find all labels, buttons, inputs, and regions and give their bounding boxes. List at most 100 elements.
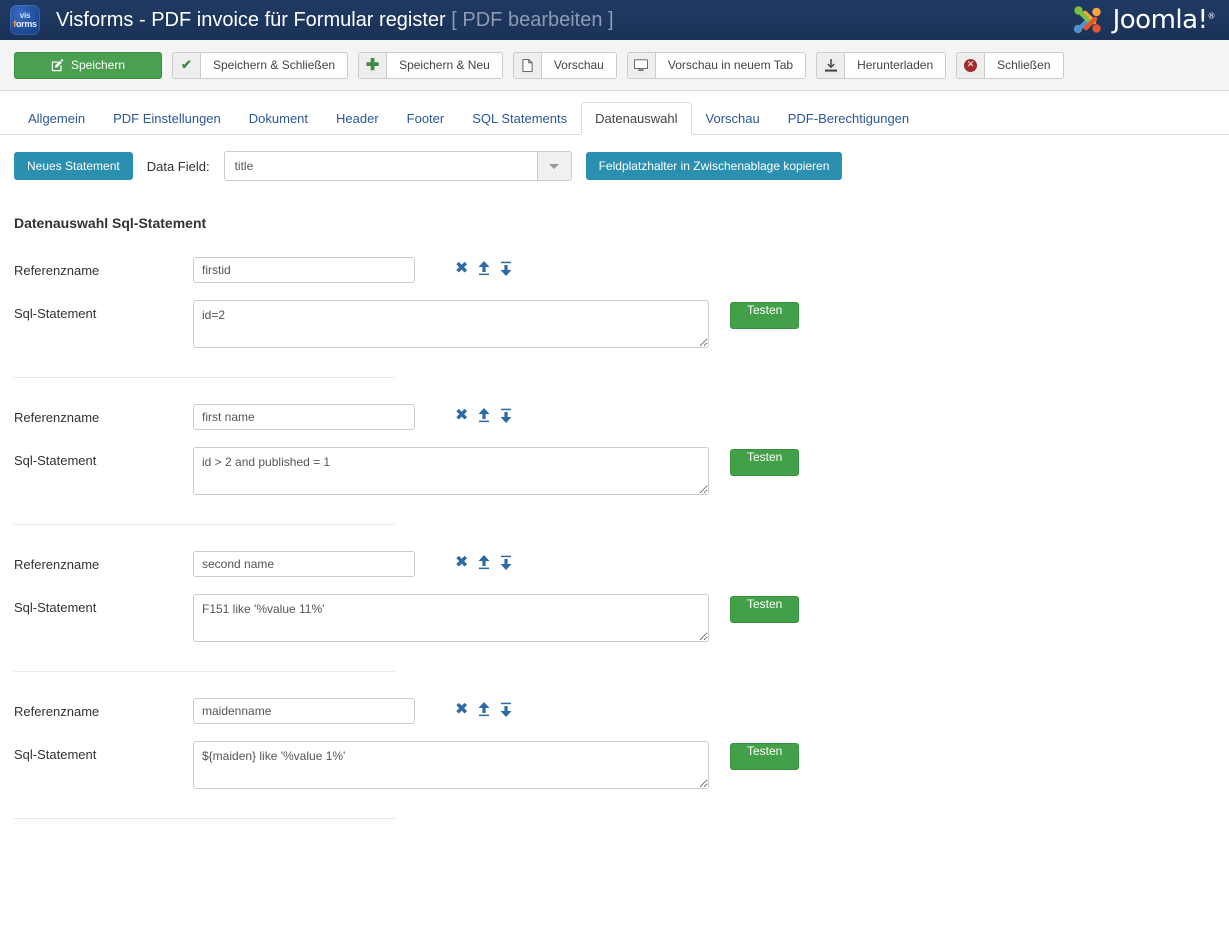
download-button[interactable]: Herunterladen <box>816 52 946 79</box>
copy-placeholder-button[interactable]: Feldplatzhalter in Zwischenablage kopier… <box>586 152 843 180</box>
editor-toolbar: Speichern ✔ Speichern & Schließen ✚ Spei… <box>0 40 1229 91</box>
preview-label: Vorschau <box>542 53 616 78</box>
chevron-down-icon[interactable] <box>537 152 571 180</box>
statement-divider <box>14 524 395 525</box>
move-down-icon[interactable] <box>500 408 512 423</box>
reference-label: Referenzname <box>14 404 193 425</box>
close-circle-icon: ✕ <box>957 53 985 78</box>
reference-row: Referenzname ✖ <box>14 698 1215 724</box>
section-title: Datenauswahl Sql-Statement <box>14 215 1215 231</box>
save-button[interactable]: Speichern <box>14 52 162 79</box>
close-button[interactable]: ✕ Schließen <box>956 52 1063 79</box>
tab-vorschau[interactable]: Vorschau <box>692 102 774 135</box>
statement-actions: ✖ <box>455 698 512 717</box>
tab-allgemein[interactable]: Allgemein <box>14 102 99 135</box>
sql-textarea[interactable]: ${maiden} like '%value 1%' <box>193 741 709 789</box>
move-up-icon[interactable] <box>478 261 490 276</box>
tab-sql-statements[interactable]: SQL Statements <box>458 102 581 135</box>
tab-dokument[interactable]: Dokument <box>235 102 322 135</box>
statement-block: Referenzname ✖ Sql-Statement F151 like '… <box>14 551 1215 672</box>
download-label: Herunterladen <box>845 53 945 78</box>
save-and-new-button[interactable]: ✚ Speichern & Neu <box>358 52 503 79</box>
sql-label: Sql-Statement <box>14 300 193 321</box>
save-and-close-button[interactable]: ✔ Speichern & Schließen <box>172 52 348 79</box>
test-button[interactable]: Testen <box>730 449 799 476</box>
data-field-value: title <box>225 152 537 180</box>
close-label: Schließen <box>985 53 1062 78</box>
sql-row: Sql-Statement ${maiden} like '%value 1%'… <box>14 741 1215 789</box>
test-button[interactable]: Testen <box>730 302 799 329</box>
statement-block: Referenzname ✖ Sql-Statement id > 2 and … <box>14 404 1215 525</box>
plus-icon: ✚ <box>359 53 387 78</box>
document-icon <box>514 53 542 78</box>
visforms-logo-icon: vis forms <box>10 5 40 35</box>
statement-divider <box>14 818 395 819</box>
move-up-icon[interactable] <box>478 555 490 570</box>
datenauswahl-action-row: Neues Statement Data Field: title Feldpl… <box>14 151 1215 181</box>
statement-divider <box>14 671 395 672</box>
reference-label: Referenzname <box>14 698 193 719</box>
data-field-select[interactable]: title <box>224 151 572 181</box>
pencil-square-icon <box>51 59 64 72</box>
statement-actions: ✖ <box>455 257 512 276</box>
move-up-icon[interactable] <box>478 702 490 717</box>
app-header: vis forms Visforms - PDF invoice für For… <box>0 0 1229 40</box>
check-icon: ✔ <box>173 53 201 78</box>
reference-input[interactable] <box>193 257 415 283</box>
new-statement-button[interactable]: Neues Statement <box>14 152 133 180</box>
statement-actions: ✖ <box>455 551 512 570</box>
statement-actions: ✖ <box>455 404 512 423</box>
tab-bar: Allgemein PDF Einstellungen Dokument Hea… <box>0 91 1229 135</box>
sql-row: Sql-Statement id=2 Testen <box>14 300 1215 348</box>
tab-footer[interactable]: Footer <box>393 102 459 135</box>
sql-label: Sql-Statement <box>14 447 193 468</box>
move-down-icon[interactable] <box>500 702 512 717</box>
tab-pdf-berechtigungen[interactable]: PDF-Berechtigungen <box>774 102 923 135</box>
move-down-icon[interactable] <box>500 261 512 276</box>
reference-input[interactable] <box>193 551 415 577</box>
download-icon <box>817 53 845 78</box>
delete-x-icon[interactable]: ✖ <box>455 260 468 276</box>
reference-input[interactable] <box>193 404 415 430</box>
save-and-close-label: Speichern & Schließen <box>201 53 347 78</box>
sql-label: Sql-Statement <box>14 741 193 762</box>
move-down-icon[interactable] <box>500 555 512 570</box>
preview-button[interactable]: Vorschau <box>513 52 617 79</box>
tab-pdf-einstellungen[interactable]: PDF Einstellungen <box>99 102 235 135</box>
test-button[interactable]: Testen <box>730 743 799 770</box>
joomla-brand: Joomla!® <box>1069 3 1215 37</box>
reference-input[interactable] <box>193 698 415 724</box>
joomla-wordmark: Joomla!® <box>1113 5 1215 35</box>
delete-x-icon[interactable]: ✖ <box>455 701 468 717</box>
visforms-logo-line2: forms <box>13 20 37 29</box>
preview-new-tab-button[interactable]: Vorschau in neuem Tab <box>627 52 806 79</box>
test-button[interactable]: Testen <box>730 596 799 623</box>
sql-row: Sql-Statement id > 2 and published = 1 T… <box>14 447 1215 495</box>
reference-label: Referenzname <box>14 257 193 278</box>
delete-x-icon[interactable]: ✖ <box>455 407 468 423</box>
tab-datenauswahl[interactable]: Datenauswahl <box>581 102 691 135</box>
delete-x-icon[interactable]: ✖ <box>455 554 468 570</box>
page-title: Visforms - PDF invoice für Formular regi… <box>56 9 614 32</box>
save-button-label: Speichern <box>71 58 125 72</box>
tab-header[interactable]: Header <box>322 102 393 135</box>
monitor-icon <box>628 53 656 78</box>
data-field-label: Data Field: <box>147 159 210 174</box>
reference-row: Referenzname ✖ <box>14 551 1215 577</box>
sql-textarea[interactable]: F151 like '%value 11%' <box>193 594 709 642</box>
statement-block: Referenzname ✖ Sql-Statement id=2 Testen <box>14 257 1215 378</box>
page-title-sub: [ PDF bearbeiten ] <box>451 9 613 31</box>
sql-textarea[interactable]: id > 2 and published = 1 <box>193 447 709 495</box>
main-content: Neues Statement Data Field: title Feldpl… <box>0 151 1229 819</box>
reference-row: Referenzname ✖ <box>14 257 1215 283</box>
statement-divider <box>14 377 395 378</box>
move-up-icon[interactable] <box>478 408 490 423</box>
save-and-new-label: Speichern & Neu <box>387 53 502 78</box>
reference-row: Referenzname ✖ <box>14 404 1215 430</box>
sql-textarea[interactable]: id=2 <box>193 300 709 348</box>
preview-new-tab-label: Vorschau in neuem Tab <box>656 53 805 78</box>
statement-block: Referenzname ✖ Sql-Statement ${maiden} l… <box>14 698 1215 819</box>
page-title-main: Visforms - PDF invoice für Formular regi… <box>56 9 446 31</box>
sql-row: Sql-Statement F151 like '%value 11%' Tes… <box>14 594 1215 642</box>
joomla-mark-icon <box>1069 3 1107 37</box>
